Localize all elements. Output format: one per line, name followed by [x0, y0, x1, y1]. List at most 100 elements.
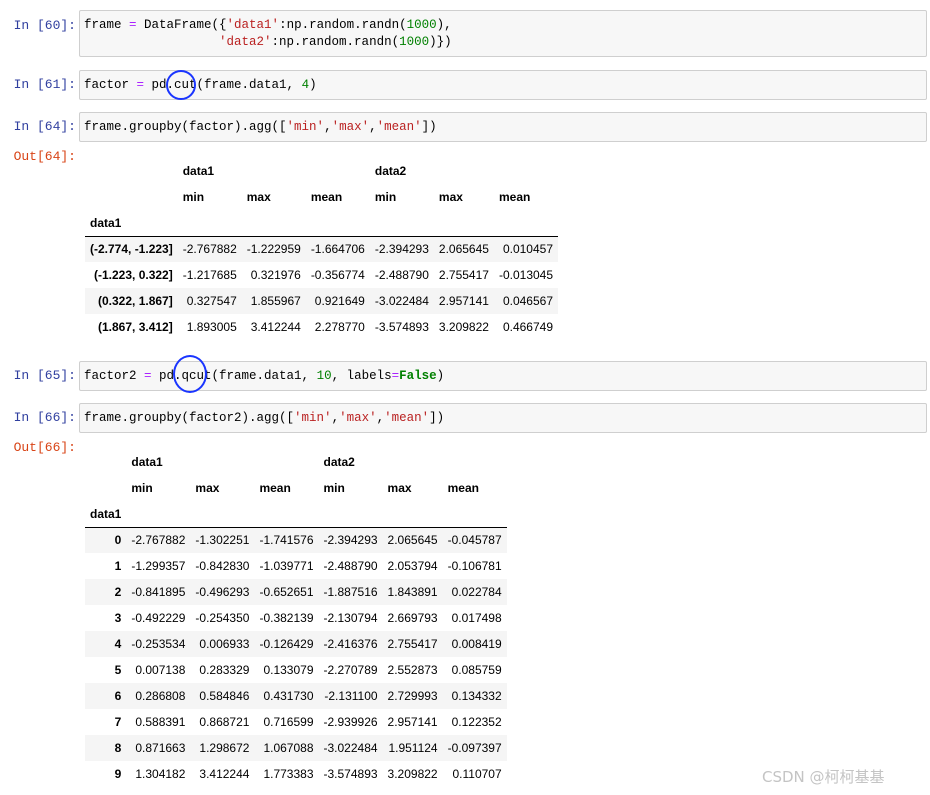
- table-cell: -0.106781: [447, 559, 502, 573]
- table-cell: -3.574893: [323, 767, 378, 781]
- table-cell: -0.254350: [195, 611, 250, 625]
- table-row: (1.867, 3.412] 1.893005 3.412244 2.278770 -3…: [85, 314, 558, 340]
- code-line: frame = DataFrame({'data1':np.random.ran…: [84, 17, 922, 34]
- empty-header: [493, 210, 559, 237]
- table-row: 5 0.007138 0.283329 0.133079 -2.270789 2.5528…: [85, 657, 507, 683]
- column-group-header: data2: [374, 164, 407, 178]
- table-cell: 2.278770: [314, 320, 365, 334]
- output-64-prompt: Out[64]:: [13, 149, 76, 164]
- code-line: frame.groupby(factor).agg(['min','max','…: [84, 119, 922, 136]
- code-token: 'max': [339, 411, 377, 425]
- empty-header: [382, 501, 443, 528]
- table-row: 3 -0.492229 -0.254350 -0.382139 -2.130794 2.6…: [85, 605, 507, 631]
- row-index: 6: [114, 689, 122, 703]
- code-line: frame.groupby(factor2).agg(['min','max',…: [84, 410, 922, 427]
- code-line: 'data2':np.random.randn(1000)}): [84, 34, 922, 51]
- table-cell: -2.394293: [374, 242, 429, 257]
- table-cell: -3.022484: [374, 294, 429, 308]
- code-token: ),: [436, 18, 452, 32]
- table-cell: 0.010457: [502, 242, 554, 257]
- code-line: factor = pd.cut(frame.data1, 4): [84, 77, 922, 94]
- table-cell: 0.286808: [135, 689, 186, 703]
- table-cell: 2.729993: [387, 689, 438, 703]
- row-index: (1.867, 3.412]: [98, 320, 173, 334]
- code-token: 'data1': [226, 18, 280, 32]
- code-line: factor2 = pd.qcut(frame.data1, 10, label…: [84, 368, 922, 385]
- empty-header: [433, 210, 494, 237]
- table-cell: -0.013045: [498, 268, 554, 282]
- code-token: ,: [376, 411, 385, 425]
- table-cell: -0.356774: [310, 268, 365, 282]
- code-cell-60[interactable]: frame = DataFrame({'data1':np.random.ran…: [79, 10, 927, 57]
- table-cell: -1.302251: [195, 533, 250, 548]
- table-cell: 0.133079: [263, 663, 314, 677]
- table-cell: 2.755417: [438, 268, 489, 282]
- column-header: min: [323, 481, 345, 495]
- column-header: min: [131, 481, 153, 495]
- code-cell-66[interactable]: frame.groupby(factor2).agg(['min','max',…: [79, 403, 927, 433]
- table-cell: -0.097397: [447, 741, 502, 755]
- table-cell: -2.416376: [323, 637, 378, 651]
- table-cell: 2.065645: [438, 242, 489, 257]
- column-group-header: data2: [323, 455, 355, 469]
- table-row: 8 0.871663 1.298672 1.067088 -3.022484 1.9511…: [85, 735, 507, 761]
- empty-header: [177, 210, 242, 237]
- header-row-index-name: data1: [85, 501, 507, 528]
- code-token: ,: [369, 120, 377, 134]
- code-token: ,: [331, 411, 340, 425]
- code-token: factor2: [84, 369, 145, 383]
- table-cell: 0.110707: [452, 767, 502, 781]
- code-token: 'mean': [376, 120, 422, 134]
- cell-66-prompt: In [66]:: [13, 410, 76, 425]
- code-token: frame: [84, 18, 130, 32]
- empty-header: [442, 501, 507, 528]
- table-cell: 0.716599: [263, 715, 314, 729]
- table-cell: 0.871663: [135, 741, 186, 755]
- code-cell-65[interactable]: factor2 = pd.qcut(frame.data1, 10, label…: [79, 361, 927, 391]
- table-row: 6 0.286808 0.584846 0.431730 -2.131100 2.7299…: [85, 683, 507, 709]
- table-cell: -0.492229: [131, 611, 186, 625]
- table-cell: -2.130794: [323, 611, 378, 625]
- code-token: False: [399, 369, 437, 383]
- table-cell: -1.887516: [323, 585, 378, 599]
- table-cell: 1.843891: [387, 585, 438, 599]
- table-cell: 0.007138: [135, 663, 186, 677]
- table-cell: 3.412244: [199, 767, 250, 781]
- table-cell: 1.893005: [186, 320, 237, 334]
- watermark: CSDN @柯柯基基: [762, 768, 885, 786]
- cell-64-prompt: In [64]:: [13, 119, 76, 134]
- table-cell: 0.868721: [199, 715, 250, 729]
- column-header: min: [374, 190, 397, 204]
- table-row: 4 -0.253534 0.006933 -0.126429 -2.416376 2.75…: [85, 631, 507, 657]
- table-cell: 1.304182: [135, 767, 186, 781]
- column-header: max: [387, 481, 412, 495]
- table-cell: -1.222959: [246, 242, 301, 257]
- dataframe-output-64: data1 data2 min max mean min max mean data1 (-2.7…: [85, 158, 559, 340]
- table-cell: 1.855967: [250, 294, 301, 308]
- table-cell: -1.217685: [182, 268, 237, 282]
- code-cell-61[interactable]: factor = pd.cut(frame.data1, 4): [79, 70, 927, 100]
- table-cell: 2.053794: [387, 559, 438, 573]
- table-cell: 0.017498: [451, 611, 502, 625]
- table-cell: 1.951124: [388, 741, 438, 755]
- column-header: mean: [447, 481, 479, 495]
- empty-header: [369, 210, 434, 237]
- code-cell-64[interactable]: frame.groupby(factor).agg(['min','max','…: [79, 112, 927, 142]
- index-corner: [85, 158, 178, 184]
- empty-header: [190, 501, 255, 528]
- header-row-sub: min max mean min max mean: [85, 184, 558, 210]
- row-index: 7: [114, 715, 122, 729]
- code-token: pd.qcut(frame.data1,: [151, 369, 317, 383]
- code-token: 1000: [399, 35, 430, 49]
- table-cell: 3.209822: [438, 320, 489, 334]
- table-cell: 0.321976: [250, 268, 301, 282]
- code-token: 1000: [406, 18, 437, 32]
- table-cell: 3.412244: [250, 320, 301, 334]
- table-cell: -2.939926: [323, 715, 378, 729]
- empty-header: [241, 210, 306, 237]
- code-token: ): [309, 78, 317, 92]
- code-token: , labels: [331, 369, 392, 383]
- header-row-sub: min max mean min max mean: [85, 475, 507, 501]
- table-row: (-1.223, 0.322] -1.217685 0.321976 -0.35677…: [85, 262, 558, 288]
- header-row-top: data1 data2: [85, 158, 558, 184]
